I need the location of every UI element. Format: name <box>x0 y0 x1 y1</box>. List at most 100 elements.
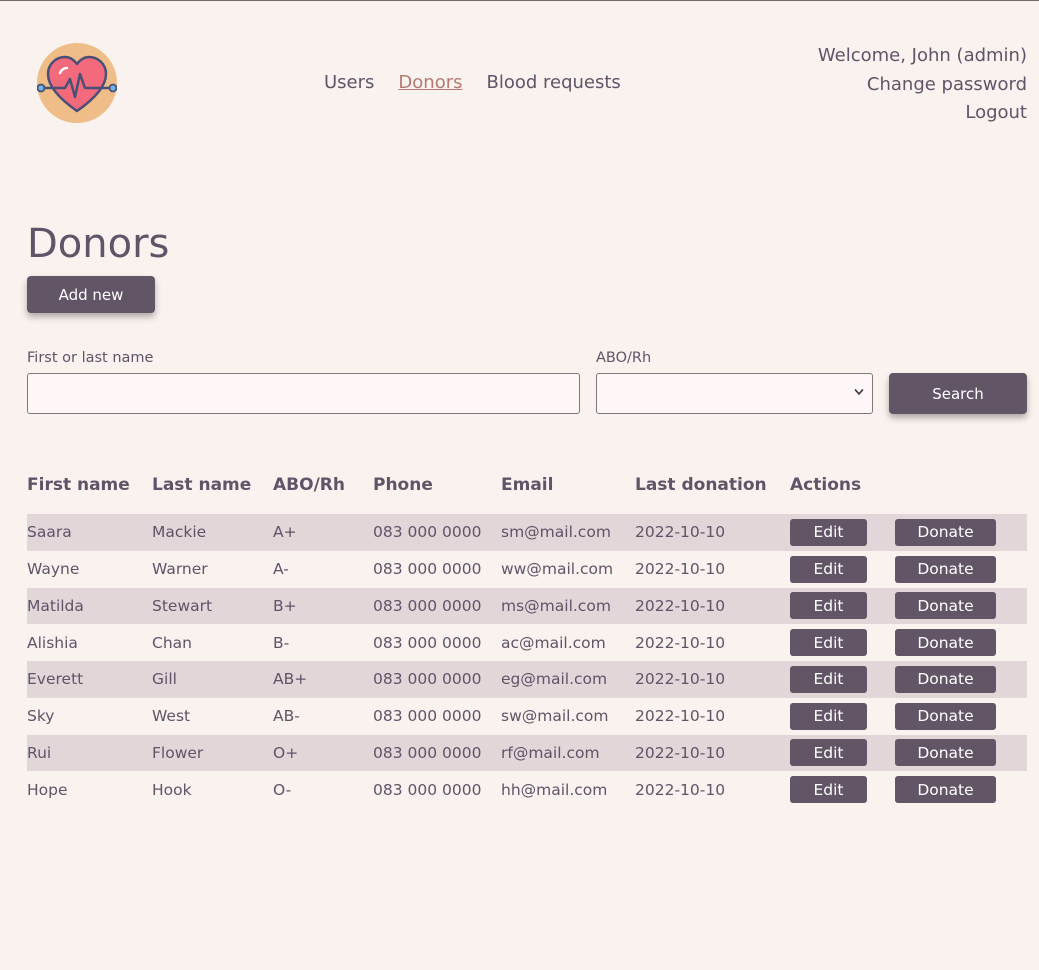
page-title: Donors <box>27 221 170 267</box>
chevron-down-icon <box>854 389 864 395</box>
cell-edit: Edit <box>790 698 895 735</box>
edit-button[interactable]: Edit <box>790 518 867 546</box>
edit-button[interactable]: Edit <box>790 592 867 620</box>
edit-button[interactable]: Edit <box>790 555 867 583</box>
name-field-label: First or last name <box>27 350 154 366</box>
cell-edit: Edit <box>790 624 895 661</box>
cell-last-donation: 2022-10-10 <box>635 587 790 625</box>
cell-first-name: Wayne <box>27 560 80 579</box>
cell-email: ms@mail.com <box>501 587 635 625</box>
donate-button[interactable]: Donate <box>895 776 996 804</box>
donate-button[interactable]: Donate <box>895 665 996 693</box>
table-row: Alishia Chan B- 083 000 0000 ac@mail.com… <box>27 624 1027 661</box>
col-header-last-name: Last name <box>152 474 252 495</box>
cell-email: eg@mail.com <box>501 661 635 698</box>
donate-button[interactable]: Donate <box>895 555 996 583</box>
table-row: Everett Gill AB+ 083 000 0000 eg@mail.co… <box>27 661 1027 698</box>
donate-button[interactable]: Donate <box>895 592 996 620</box>
cell-last-name: West <box>152 707 191 726</box>
cell-email: hh@mail.com <box>501 780 608 799</box>
search-button[interactable]: Search <box>889 373 1027 414</box>
cell-donate: Donate <box>895 734 1027 772</box>
abo-select[interactable] <box>596 373 873 414</box>
table-row: Sky West AB- 083 000 0000 sw@mail.com 20… <box>27 698 1027 735</box>
table-row: Rui Flower O+ 083 000 0000 rf@mail.com 2… <box>27 734 1027 772</box>
cell-phone: 083 000 0000 <box>373 707 482 726</box>
cell-last-donation: 2022-10-10 <box>635 560 726 579</box>
donors-table: First name Last name ABO/Rh Phone Email … <box>27 466 1027 808</box>
app-logo[interactable] <box>36 43 118 123</box>
cell-edit: Edit <box>790 514 895 551</box>
cell-edit: Edit <box>790 661 895 698</box>
edit-button[interactable]: Edit <box>790 702 867 730</box>
cell-last-name: Stewart <box>152 587 273 625</box>
donate-button[interactable]: Donate <box>895 518 996 546</box>
col-header-empty <box>895 466 1027 503</box>
cell-donate: Donate <box>895 771 1027 808</box>
col-header-first-name: First name <box>27 474 130 495</box>
col-header-last-donation: Last donation <box>635 474 767 495</box>
cell-first-name: Alishia <box>27 633 78 652</box>
table-body: Saara Mackie A+ 083 000 0000 sm@mail.com… <box>27 514 1027 808</box>
cell-email: ww@mail.com <box>501 560 614 579</box>
col-header-actions: Actions <box>790 474 862 495</box>
cell-abo-rh: B+ <box>273 587 373 625</box>
cell-first-name: Everett <box>27 661 152 698</box>
cell-first-name: Saara <box>27 514 152 551</box>
top-border <box>0 0 1039 1</box>
donate-button[interactable]: Donate <box>895 739 996 767</box>
heart-pulse-icon <box>36 43 118 123</box>
cell-edit: Edit <box>790 734 895 772</box>
cell-email: rf@mail.com <box>501 734 635 772</box>
table-header-row: First name Last name ABO/Rh Phone Email … <box>27 466 1027 503</box>
edit-button[interactable]: Edit <box>790 776 867 804</box>
cell-donate: Donate <box>895 551 1027 588</box>
nav-item-users[interactable]: Users <box>324 72 374 93</box>
table-row: Wayne Warner A- 083 000 0000 ww@mail.com… <box>27 551 1027 588</box>
cell-abo-rh: O+ <box>273 734 373 772</box>
cell-edit: Edit <box>790 771 895 808</box>
cell-phone: 083 000 0000 <box>373 560 482 579</box>
welcome-text: Welcome, John (admin) <box>817 45 1027 66</box>
cell-last-name: Chan <box>152 633 192 652</box>
edit-button[interactable]: Edit <box>790 629 867 657</box>
user-menu: Welcome, John (admin) Change password Lo… <box>818 42 1027 128</box>
table-row: Saara Mackie A+ 083 000 0000 sm@mail.com… <box>27 514 1027 551</box>
cell-donate: Donate <box>895 514 1027 551</box>
main-nav: Users Donors Blood requests <box>324 72 621 93</box>
add-new-button[interactable]: Add new <box>27 276 155 313</box>
change-password-link[interactable]: Change password <box>818 71 1027 100</box>
cell-last-name: Hook <box>152 780 192 799</box>
cell-last-donation: 2022-10-10 <box>635 734 790 772</box>
col-header-abo-rh: ABO/Rh <box>273 474 345 495</box>
cell-last-donation: 2022-10-10 <box>635 780 726 799</box>
cell-last-donation: 2022-10-10 <box>635 633 726 652</box>
table-row: Matilda Stewart B+ 083 000 0000 ms@mail.… <box>27 587 1027 625</box>
donate-button[interactable]: Donate <box>895 702 996 730</box>
cell-edit: Edit <box>790 587 895 625</box>
cell-abo-rh: A+ <box>273 514 373 551</box>
donate-button[interactable]: Donate <box>895 629 996 657</box>
header-spacer <box>27 503 1027 514</box>
col-header-phone: Phone <box>373 474 433 495</box>
cell-donate: Donate <box>895 698 1027 735</box>
cell-donate: Donate <box>895 661 1027 698</box>
edit-button[interactable]: Edit <box>790 665 867 693</box>
cell-last-donation: 2022-10-10 <box>635 661 790 698</box>
cell-last-name: Mackie <box>152 514 273 551</box>
cell-first-name: Rui <box>27 734 152 772</box>
cell-donate: Donate <box>895 587 1027 625</box>
cell-email: sm@mail.com <box>501 514 635 551</box>
cell-abo-rh: B- <box>273 633 290 652</box>
cell-last-name: Flower <box>152 734 273 772</box>
cell-phone: 083 000 0000 <box>373 734 501 772</box>
cell-phone: 083 000 0000 <box>373 633 482 652</box>
name-search-input[interactable] <box>27 373 580 414</box>
nav-item-donors[interactable]: Donors <box>398 72 462 93</box>
nav-item-blood-requests[interactable]: Blood requests <box>486 72 620 93</box>
cell-abo-rh: AB- <box>273 707 300 726</box>
cell-abo-rh: AB+ <box>273 661 373 698</box>
cell-first-name: Sky <box>27 707 55 726</box>
edit-button[interactable]: Edit <box>790 739 867 767</box>
logout-link[interactable]: Logout <box>818 99 1027 128</box>
